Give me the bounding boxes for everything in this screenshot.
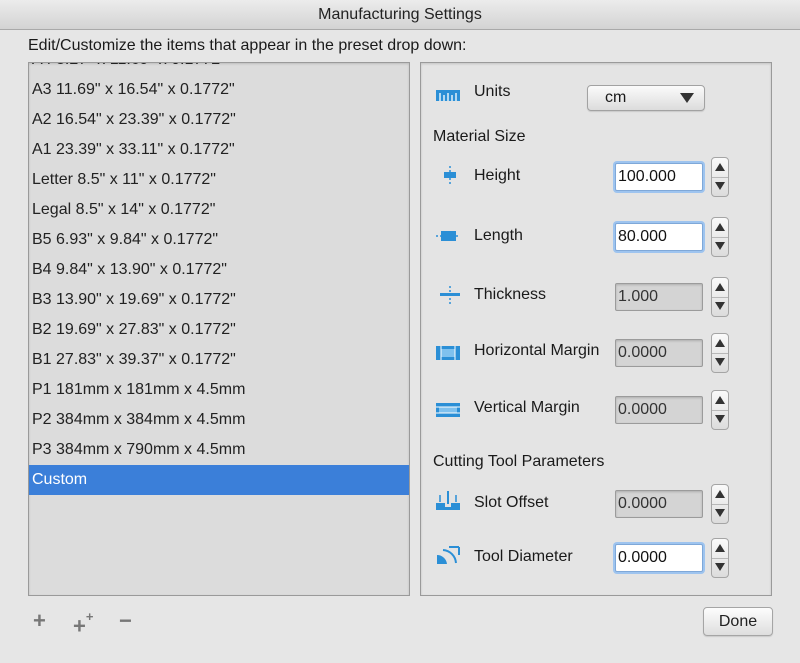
length-increment[interactable]	[712, 218, 728, 238]
tool-diameter-decrement[interactable]	[712, 558, 728, 577]
horizontal-margin-stepper[interactable]	[711, 333, 729, 373]
thickness-stepper[interactable]	[711, 277, 729, 317]
slot-offset-decrement[interactable]	[712, 504, 728, 523]
settings-panel: Units cm Material Size Height 100.000 Le…	[420, 62, 772, 596]
preset-item[interactable]: P2 384mm x 384mm x 4.5mm	[29, 405, 409, 435]
preset-item[interactable]: B4 9.84" x 13.90" x 0.1772"	[29, 255, 409, 285]
tool-diameter-icon	[437, 546, 460, 564]
preset-item[interactable]: A3 11.69" x 16.54" x 0.1772"	[29, 75, 409, 105]
preset-item[interactable]: B1 27.83" x 39.37" x 0.1772"	[29, 345, 409, 375]
tool-diameter-stepper[interactable]	[711, 538, 729, 578]
slot-offset-increment[interactable]	[712, 485, 728, 505]
vertical-margin-decrement[interactable]	[712, 410, 728, 429]
preset-item[interactable]: Custom	[29, 465, 409, 495]
tool-diameter-increment[interactable]	[712, 539, 728, 559]
horizontal-margin-icon	[436, 346, 460, 360]
vertical-margin-increment[interactable]	[712, 391, 728, 411]
horizontal-margin-field[interactable]: 0.0000	[615, 339, 703, 367]
preset-item[interactable]: P1 181mm x 181mm x 4.5mm	[29, 375, 409, 405]
preset-list: A4 8.27" x 11.69" x 0.1772"A3 11.69" x 1…	[29, 63, 409, 495]
thickness-increment[interactable]	[712, 278, 728, 298]
preset-item[interactable]: B5 6.93" x 9.84" x 0.1772"	[29, 225, 409, 255]
preset-item[interactable]: A4 8.27" x 11.69" x 0.1772"	[29, 63, 409, 75]
chevron-down-icon	[680, 93, 694, 103]
preset-item[interactable]: Letter 8.5" x 11" x 0.1772"	[29, 165, 409, 195]
height-stepper[interactable]	[711, 157, 729, 197]
horizontal-margin-increment[interactable]	[712, 334, 728, 354]
vertical-margin-icon	[436, 403, 460, 417]
height-field[interactable]: 100.000	[615, 163, 703, 191]
units-select[interactable]: cm	[587, 85, 705, 111]
preset-item[interactable]: Legal 8.5" x 14" x 0.1772"	[29, 195, 409, 225]
tool-diameter-label: Tool Diameter	[474, 548, 573, 565]
thickness-label: Thickness	[474, 286, 547, 303]
length-icon	[436, 231, 460, 241]
preset-item[interactable]: P3 384mm x 790mm x 4.5mm	[29, 435, 409, 465]
preset-item[interactable]: B3 13.90" x 19.69" x 0.1772"	[29, 285, 409, 315]
length-label: Length	[474, 227, 523, 244]
add-multiple-presets-button[interactable]: ++	[73, 609, 94, 639]
preset-item[interactable]: A2 16.54" x 23.39" x 0.1772"	[29, 105, 409, 135]
units-select-value: cm	[605, 89, 627, 106]
units-label: Units	[474, 83, 511, 100]
thickness-icon	[440, 286, 460, 304]
horizontal-margin-decrement[interactable]	[712, 353, 728, 372]
thickness-field[interactable]: 1.000	[615, 283, 703, 311]
height-icon	[444, 166, 456, 184]
add-preset-button[interactable]: +	[33, 610, 46, 632]
add-multiple-symbol: +	[73, 613, 86, 639]
material-size-heading: Material Size	[433, 128, 526, 145]
height-increment[interactable]	[712, 158, 728, 178]
preset-list-panel[interactable]: A4 8.27" x 11.69" x 0.1772"A3 11.69" x 1…	[28, 62, 410, 596]
slot-offset-label: Slot Offset	[474, 494, 549, 511]
instructions-text: Edit/Customize the items that appear in …	[28, 37, 467, 54]
height-label: Height	[474, 167, 521, 184]
done-button[interactable]: Done	[703, 607, 773, 636]
thickness-decrement[interactable]	[712, 297, 728, 316]
horizontal-margin-label: Horizontal Margin	[474, 342, 600, 359]
slot-offset-field[interactable]: 0.0000	[615, 490, 703, 518]
tool-diameter-field[interactable]: 0.0000	[615, 544, 703, 572]
vertical-margin-label: Vertical Margin	[474, 399, 580, 416]
slot-offset-stepper[interactable]	[711, 484, 729, 524]
vertical-margin-field[interactable]: 0.0000	[615, 396, 703, 424]
length-stepper[interactable]	[711, 217, 729, 257]
preset-item[interactable]: A1 23.39" x 33.11" x 0.1772"	[29, 135, 409, 165]
slot-offset-icon	[436, 491, 460, 510]
length-decrement[interactable]	[712, 237, 728, 256]
preset-item[interactable]: B2 19.69" x 27.83" x 0.1772"	[29, 315, 409, 345]
ruler-icon	[436, 90, 460, 101]
height-decrement[interactable]	[712, 177, 728, 196]
remove-preset-button[interactable]: −	[119, 610, 132, 632]
cutting-tool-heading: Cutting Tool Parameters	[433, 453, 605, 470]
length-field[interactable]: 80.000	[615, 223, 703, 251]
window-title: Manufacturing Settings	[0, 0, 800, 30]
vertical-margin-stepper[interactable]	[711, 390, 729, 430]
add-multiple-superscript: +	[85, 609, 94, 624]
